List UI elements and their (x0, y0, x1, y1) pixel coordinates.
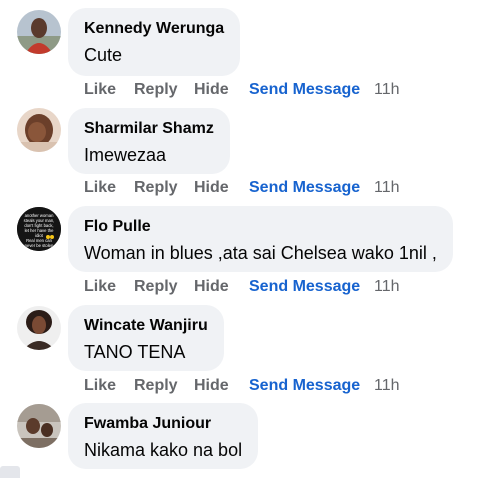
comment-text: Cute (84, 45, 123, 65)
avatar[interactable] (17, 108, 61, 152)
hide-button[interactable]: Hide (194, 376, 229, 396)
comment-bubble: Fwamba Juniour Nikama kako na bol (68, 403, 259, 469)
like-button[interactable]: Like (84, 376, 116, 396)
svg-text:never be stolen: never be stolen (25, 243, 54, 248)
reply-button[interactable]: Reply (134, 80, 178, 100)
hide-button[interactable]: Hide (194, 80, 229, 100)
reply-button[interactable]: Reply (134, 277, 178, 297)
comment-text: Woman in blues ,ata sai Chelsea wako 1ni… (84, 243, 437, 263)
hide-button[interactable]: Hide (194, 178, 229, 198)
like-button[interactable]: Like (84, 277, 116, 297)
comment-author[interactable]: Flo Pulle (84, 216, 437, 238)
comment-author[interactable]: Kennedy Werunga (84, 18, 224, 40)
like-button[interactable]: Like (84, 178, 116, 198)
comment-timestamp[interactable]: 11h (374, 277, 400, 297)
comment-author[interactable]: Wincate Wanjiru (84, 315, 208, 337)
like-button[interactable]: Like (84, 80, 116, 100)
avatar[interactable]: another woman steals your man, don't fig… (17, 207, 61, 251)
comment-bubble: Wincate Wanjiru TANO TENA (68, 305, 224, 371)
comment-bubble: Sharmilar Shamz Imewezaa (68, 108, 230, 174)
avatar[interactable] (17, 404, 61, 448)
reply-button[interactable]: Reply (134, 376, 178, 396)
hide-button[interactable]: Hide (194, 277, 229, 297)
comment-author[interactable]: Sharmilar Shamz (84, 118, 214, 140)
comment-timestamp[interactable]: 11h (374, 178, 400, 198)
comment-text: Imewezaa (84, 145, 167, 165)
send-message-button[interactable]: Send Message (249, 80, 360, 100)
comment-author[interactable]: Fwamba Juniour (84, 413, 242, 435)
send-message-button[interactable]: Send Message (249, 178, 360, 198)
avatar[interactable] (17, 10, 61, 54)
reply-button[interactable]: Reply (134, 178, 178, 198)
scrollbar-thumb[interactable] (0, 466, 20, 478)
send-message-button[interactable]: Send Message (249, 277, 360, 297)
avatar[interactable] (17, 306, 61, 350)
comment-bubble: Kennedy Werunga Cute (68, 8, 241, 76)
comment-text: TANO TENA (84, 342, 186, 362)
comment-text: Nikama kako na bol (84, 440, 243, 460)
comment-timestamp[interactable]: 11h (374, 376, 400, 396)
send-message-button[interactable]: Send Message (249, 376, 360, 396)
comment-bubble: Flo Pulle Woman in blues ,ata sai Chelse… (68, 206, 453, 272)
comment-timestamp[interactable]: 11h (374, 80, 400, 100)
